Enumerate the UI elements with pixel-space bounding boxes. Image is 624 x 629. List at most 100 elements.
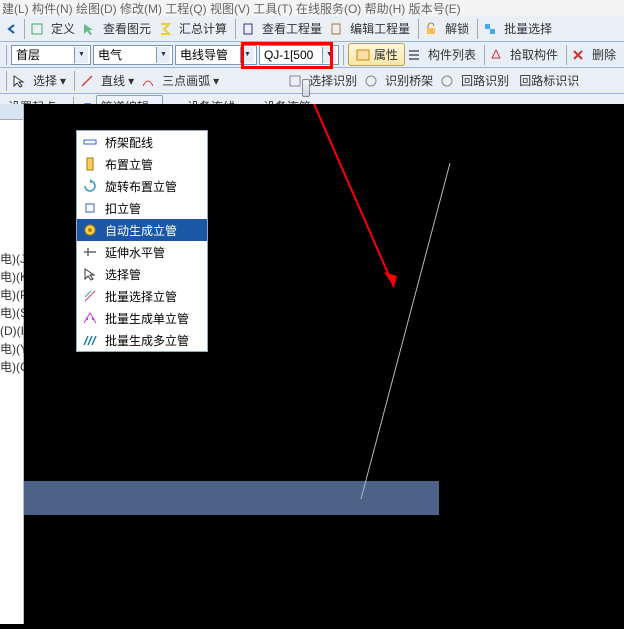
- loop-rec-button[interactable]: 回路识别: [457, 70, 513, 91]
- separator: [343, 45, 344, 65]
- menu-item-label: 桥架配线: [105, 134, 153, 151]
- pick-button[interactable]: 拾取构件: [506, 44, 562, 65]
- menu-item-label: 选择管: [105, 266, 141, 283]
- batch-icon: [482, 21, 498, 37]
- separator: [74, 71, 75, 91]
- menu-item-rotate[interactable]: 旋转布置立管: [77, 175, 207, 197]
- separator: [418, 19, 419, 39]
- sel-rec-icon: [287, 73, 303, 89]
- menu-item-label: 延伸水平管: [105, 244, 165, 261]
- rotate-icon: [81, 177, 99, 195]
- doc-icon: [240, 21, 256, 37]
- menu-item-layout[interactable]: 布置立管: [77, 153, 207, 175]
- menu-item-choose[interactable]: 选择管: [77, 263, 207, 285]
- panel-grip[interactable]: [0, 104, 23, 120]
- left-panel-item[interactable]: (D)(I): [0, 322, 23, 340]
- menu-item-label: 批量选择立管: [105, 288, 177, 305]
- menu-item-bridge[interactable]: 桥架配线: [77, 131, 207, 153]
- left-panel-item[interactable]: 电)(Y): [0, 340, 23, 358]
- chevron-down-icon[interactable]: ▼: [74, 47, 88, 63]
- menu-item-label: 自动生成立管: [105, 222, 177, 239]
- component-list-button[interactable]: 构件列表: [424, 44, 480, 65]
- pipe-edit-menu[interactable]: 桥架配线布置立管旋转布置立管扣立管自动生成立管延伸水平管选择管批量选择立管批量生…: [76, 130, 208, 352]
- toolbar-row-3: 选择 ▾ 直线 ▾ 三点画弧 ▾ 选择识别 识别桥架 回路识别 回路标识识: [0, 68, 624, 94]
- menu-item-gen_single[interactable]: 批量生成单立管: [77, 307, 207, 329]
- left-panel-item[interactable]: 电)(O): [0, 358, 23, 376]
- view-gcl-button[interactable]: 查看工程量: [258, 18, 326, 39]
- edit-gcl-button[interactable]: 编辑工程量: [346, 18, 414, 39]
- left-panel: 电)(J)电)(K)电)(P)电)(S)(D)(I)电)(Y)电)(O): [0, 104, 24, 624]
- cursor-icon: [11, 73, 27, 89]
- chevron-down-icon[interactable]: ▼: [156, 47, 170, 63]
- auto-icon: [81, 221, 99, 239]
- menu-item-gen_multi[interactable]: 批量生成多立管: [77, 329, 207, 351]
- arrow-line: [314, 104, 394, 287]
- list-icon: [407, 47, 422, 63]
- choose-icon: [81, 265, 99, 283]
- view-tuyuan-button[interactable]: 查看图元: [99, 18, 155, 39]
- separator: [235, 19, 236, 39]
- floor-select[interactable]: 首层▼: [11, 45, 91, 65]
- separator: [477, 19, 478, 39]
- menu-item-auto[interactable]: 自动生成立管: [77, 219, 207, 241]
- left-panel-item[interactable]: 电)(J): [0, 250, 23, 268]
- left-panel-item[interactable]: 电)(S): [0, 304, 23, 322]
- props-icon: [355, 47, 371, 63]
- menu-item-label: 批量生成单立管: [105, 310, 189, 327]
- loop-mark-button[interactable]: 回路标识识: [515, 70, 583, 91]
- menu-item-extend[interactable]: 延伸水平管: [77, 241, 207, 263]
- menu-item-label: 旋转布置立管: [105, 178, 177, 195]
- props-button[interactable]: 属性: [348, 43, 405, 66]
- toolbar-row-1: 定义 查看图元 汇总计算 查看工程量 编辑工程量 解锁 批量选择: [0, 16, 624, 42]
- menu-item-clip[interactable]: 扣立管: [77, 197, 207, 219]
- left-panel-item[interactable]: 电)(K): [0, 268, 23, 286]
- menu-item-label: 批量生成多立管: [105, 332, 189, 349]
- gen_multi-icon: [81, 331, 99, 349]
- left-panel-item[interactable]: 电)(P): [0, 286, 23, 304]
- rec-bridge-button[interactable]: 识别桥架: [381, 70, 437, 91]
- define-icon: [29, 21, 45, 37]
- loop-icon: [439, 73, 455, 89]
- clip-icon: [81, 199, 99, 217]
- edit-icon: [328, 21, 344, 37]
- menubar-text: 建(L) 构件(N) 绘图(D) 修改(M) 工程(Q) 视图(V) 工具(T)…: [2, 0, 461, 16]
- category-select[interactable]: 电线导管▼: [175, 45, 257, 65]
- arrow-head-icon: [384, 272, 397, 287]
- menu-item-label: 布置立管: [105, 156, 153, 173]
- arc-button[interactable]: 三点画弧 ▾: [158, 70, 223, 91]
- separator: [24, 19, 25, 39]
- toolbar-row-2: 首层▼ 电气▼ 电线导管▼ QJ-1[500▼ 属性 构件列表 拾取构件 删除: [0, 42, 624, 68]
- ruler-handle[interactable]: [302, 79, 310, 97]
- extend-icon: [81, 243, 99, 261]
- sel-rec-button[interactable]: 选择识别: [305, 70, 361, 91]
- wire-line: [361, 163, 450, 499]
- bridge-icon: [81, 133, 99, 151]
- select-button[interactable]: 选择 ▾: [29, 70, 70, 91]
- domain-select[interactable]: 电气▼: [93, 45, 173, 65]
- unlock-icon: [423, 21, 439, 37]
- sigma-icon: [157, 21, 173, 37]
- sum-calc-button[interactable]: 汇总计算: [175, 18, 231, 39]
- separator: [566, 45, 567, 65]
- chevron-down-icon[interactable]: ▼: [322, 47, 336, 63]
- unlock-button[interactable]: 解锁: [441, 18, 473, 39]
- item-select[interactable]: QJ-1[500▼: [259, 45, 339, 65]
- gen_single-icon: [81, 309, 99, 327]
- back-icon[interactable]: [4, 21, 20, 37]
- cursor-icon: [81, 21, 97, 37]
- define-button[interactable]: 定义: [47, 18, 79, 39]
- line-button[interactable]: 直线 ▾: [97, 70, 138, 91]
- rec-bridge-icon: [363, 73, 379, 89]
- menu-item-batch_sel[interactable]: 批量选择立管: [77, 285, 207, 307]
- menubar: 建(L) 构件(N) 绘图(D) 修改(M) 工程(Q) 视图(V) 工具(T)…: [0, 0, 624, 16]
- pick-icon: [489, 47, 504, 63]
- separator: [484, 45, 485, 65]
- separator: [6, 71, 7, 91]
- delete-icon: [571, 47, 586, 63]
- menu-item-label: 扣立管: [105, 200, 141, 217]
- delete-button[interactable]: 删除: [588, 44, 620, 65]
- batch-select-button[interactable]: 批量选择: [500, 18, 556, 39]
- pipe-rectangle: [24, 481, 439, 515]
- chevron-down-icon[interactable]: ▼: [240, 47, 254, 63]
- left-panel-list: 电)(J)电)(K)电)(P)电)(S)(D)(I)电)(Y)电)(O): [0, 120, 23, 376]
